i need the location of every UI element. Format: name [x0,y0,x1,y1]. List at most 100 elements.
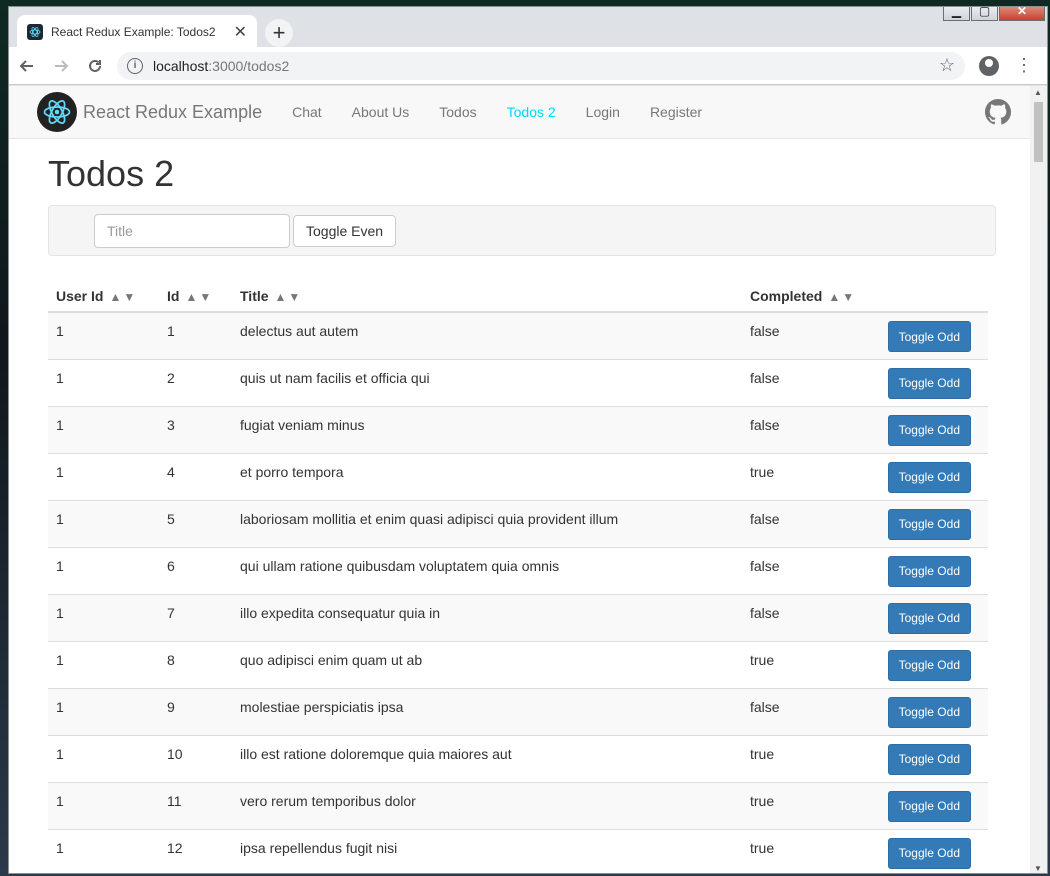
column-header-id[interactable]: Id ▲▼ [159,280,232,313]
toggle-odd-button[interactable]: Toggle Odd [887,602,971,634]
cell-id: 8 [159,640,232,688]
cell-title: ipsa repellendus fugit nisi [232,828,742,873]
cell-title: quo adipisci enim quam ut ab [232,640,742,688]
browser-toolbar: i localhost:3000/todos2 ☆ ⋮ [9,47,1047,85]
cell-userid: 1 [48,687,159,735]
toggle-odd-button[interactable]: Toggle Odd [887,743,971,775]
nav-link-chat[interactable]: Chat [277,104,337,120]
column-header-actions [872,280,988,313]
table-row: 1 12 ipsa repellendus fugit nisi true Toggle… [48,828,988,873]
scroll-down-icon[interactable]: ▼ [1034,864,1042,873]
cell-action: Toggle Odd [872,405,988,453]
cell-id: 3 [159,405,232,453]
cell-action: Toggle Odd [872,687,988,735]
cell-userid: 1 [48,640,159,688]
forward-button[interactable] [45,50,77,82]
cell-completed: false [742,499,872,547]
table-row: 1 8 quo adipisci enim quam ut ab true Toggle… [48,640,988,688]
reload-button[interactable] [79,50,111,82]
new-tab-button[interactable]: + [265,19,293,47]
toggle-odd-button[interactable]: Toggle Odd [887,555,971,587]
toggle-odd-button[interactable]: Toggle Odd [887,461,971,493]
back-button[interactable] [11,50,43,82]
toggle-odd-button[interactable]: Toggle Odd [887,696,971,728]
github-icon[interactable] [985,99,1011,125]
close-tab-icon[interactable]: ✕ [234,22,247,42]
cell-action: Toggle Odd [872,311,988,359]
window-controls: ▁ ▢ ✕ [942,7,1045,21]
page-scrollbar[interactable]: ▲ ▼ [1030,86,1047,873]
table-row: 1 4 et porro tempora true Toggle Odd [48,452,988,500]
cell-completed: true [742,640,872,688]
page-viewport: React Redux Example Chat About Us Todos Tod… [9,86,1031,873]
table-row: 1 7 illo expedita consequatur quia in false… [48,593,988,641]
bookmark-star-icon[interactable]: ☆ [939,55,955,76]
cell-action: Toggle Odd [872,640,988,688]
cell-completed: false [742,405,872,453]
site-info-icon[interactable]: i [127,57,143,74]
cell-completed: false [742,546,872,594]
cell-completed: true [742,452,872,500]
sort-arrows-icon[interactable]: ▲▼ [828,290,856,304]
toggle-odd-button[interactable]: Toggle Odd [887,837,971,869]
nav-link-register[interactable]: Register [635,104,717,120]
main-container: Todos 2 Toggle Even User Id ▲▼ Id ▲▼ Title… [9,153,1031,873]
page-title: Todos 2 [48,153,175,194]
nav-link-todos[interactable]: Todos [424,104,491,120]
profile-avatar-icon[interactable] [979,55,999,76]
sort-arrows-icon[interactable]: ▲▼ [109,290,137,304]
sort-arrows-icon[interactable]: ▲▼ [275,290,303,304]
cell-title: vero rerum temporibus dolor [232,781,742,829]
browser-tab[interactable]: React Redux Example: Todos2 ✕ [17,15,257,48]
cell-title: molestiae perspiciatis ipsa [232,687,742,735]
app-navbar: React Redux Example Chat About Us Todos Tod… [9,86,1031,139]
toggle-odd-button[interactable]: Toggle Odd [887,790,971,822]
cell-userid: 1 [48,593,159,641]
title-filter-input[interactable] [94,213,290,248]
maximize-icon[interactable]: ▢ [971,7,998,21]
forward-arrow-icon [55,59,69,72]
cell-id: 12 [159,828,232,873]
cell-action: Toggle Odd [872,452,988,500]
toggle-odd-button[interactable]: Toggle Odd [887,367,971,399]
nav-link-about-us[interactable]: About Us [337,104,425,120]
window-close-icon[interactable]: ✕ [999,7,1045,21]
table-row: 1 2 quis ut nam facilis et officia qui fals… [48,358,988,406]
minimize-icon[interactable]: ▁ [943,7,970,21]
table-row: 1 5 laboriosam mollitia et enim quasi adip… [48,499,988,547]
cell-action: Toggle Odd [872,734,988,782]
cell-title: delectus aut autem [232,311,742,359]
cell-id: 11 [159,781,232,829]
table-row: 1 9 molestiae perspiciatis ipsa false Toggle… [48,687,988,735]
column-header-title[interactable]: Title ▲▼ [232,280,742,313]
cell-title: illo expedita consequatur quia in [232,593,742,641]
cell-title: fugiat veniam minus [232,405,742,453]
cell-title: qui ullam ratione quibusdam voluptatem q… [232,546,742,594]
toggle-odd-button[interactable]: Toggle Odd [887,649,971,681]
cell-completed: true [742,828,872,873]
nav-link-todos-2[interactable]: Todos 2 [492,104,571,120]
cell-completed: true [742,781,872,829]
react-favicon-icon [27,23,43,40]
toggle-odd-button[interactable]: Toggle Odd [887,414,971,446]
back-arrow-icon [19,59,33,72]
nav-link-login[interactable]: Login [571,104,635,120]
column-header-user-id[interactable]: User Id ▲▼ [48,280,159,313]
cell-id: 7 [159,593,232,641]
toggle-odd-button[interactable]: Toggle Odd [887,321,971,352]
scrollbar-thumb[interactable] [1034,102,1043,162]
toggle-odd-button[interactable]: Toggle Odd [887,508,971,540]
brand-link[interactable]: React Redux Example [37,92,262,132]
cell-id: 5 [159,499,232,547]
cell-action: Toggle Odd [872,358,988,406]
url-path: :3000/todos2 [208,57,290,74]
browser-menu-icon[interactable]: ⋮ [1015,55,1033,76]
column-header-completed[interactable]: Completed ▲▼ [742,280,872,313]
scroll-up-icon[interactable]: ▲ [1034,88,1042,97]
column-label: Title [240,287,269,304]
cell-userid: 1 [48,781,159,829]
sort-arrows-icon[interactable]: ▲▼ [185,290,213,304]
toggle-even-button[interactable]: Toggle Even [293,214,397,247]
cell-userid: 1 [48,358,159,406]
address-bar[interactable]: i localhost:3000/todos2 ☆ [117,51,965,80]
